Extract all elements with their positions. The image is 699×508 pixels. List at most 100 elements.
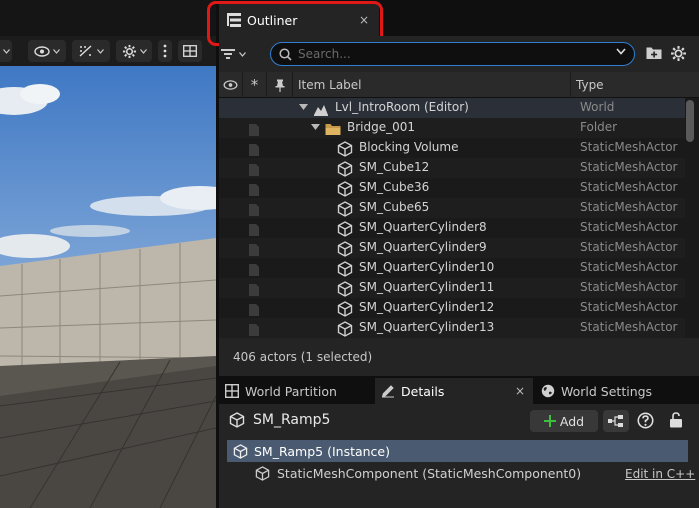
type-column[interactable]: Type	[571, 72, 699, 98]
tab-world-settings-label: World Settings	[561, 383, 653, 399]
level-page-icon[interactable]	[249, 284, 259, 296]
component-root-row[interactable]: SM_Ramp5 (Instance)	[227, 440, 688, 462]
tab-outliner[interactable]: Outliner ×	[219, 4, 379, 36]
chevron-down-icon	[53, 48, 60, 54]
tab-world-settings[interactable]: World Settings	[535, 378, 695, 404]
edit-in-cpp-link[interactable]: Edit in C++	[625, 467, 695, 481]
level-page-icon[interactable]	[249, 224, 259, 236]
expand-arrow-icon[interactable]	[299, 104, 308, 111]
level-page-icon[interactable]	[249, 144, 259, 156]
actor-name: SM_Ramp5	[253, 412, 331, 428]
static-mesh-icon	[337, 201, 353, 217]
outliner-row[interactable]: SM_Cube65 StaticMeshActor	[219, 198, 685, 218]
static-mesh-icon	[337, 301, 353, 317]
outliner-row[interactable]: SM_QuarterCylinder11 StaticMeshActor	[219, 278, 685, 298]
filter-button[interactable]	[221, 44, 263, 64]
unlock-icon[interactable]	[669, 412, 683, 428]
tab-world-partition-label: World Partition	[245, 383, 337, 399]
outliner-row-label: SM_QuarterCylinder11	[359, 280, 495, 294]
outliner-row-label: SM_QuarterCylinder10	[359, 260, 495, 274]
search-input[interactable]	[298, 47, 598, 61]
plus-icon	[543, 415, 556, 427]
tab-details[interactable]: Details ×	[375, 378, 533, 404]
outliner-row[interactable]: SM_QuarterCylinder8 StaticMeshActor	[219, 218, 685, 238]
expand-arrow-icon[interactable]	[311, 124, 320, 131]
add-component-button[interactable]: Add	[530, 410, 598, 432]
tab-world-partition[interactable]: World Partition	[219, 378, 373, 404]
help-icon[interactable]	[637, 412, 654, 429]
add-folder-icon[interactable]	[646, 46, 662, 60]
viewport-tab-strip	[0, 0, 216, 36]
viewport-layout-button[interactable]	[178, 40, 202, 62]
chevron-down-icon[interactable]	[616, 48, 626, 55]
level-page-icon[interactable]	[249, 304, 259, 316]
pin-column[interactable]	[267, 72, 293, 98]
outliner-scrollbar-thumb[interactable]	[686, 100, 694, 142]
outliner-row[interactable]: SM_QuarterCylinder9 StaticMeshActor	[219, 238, 685, 258]
gear-icon	[122, 44, 136, 58]
outliner-search-row	[219, 36, 699, 72]
level-page-icon[interactable]	[249, 164, 259, 176]
outliner-scrollbar[interactable]	[686, 98, 694, 338]
viewport-settings-button[interactable]	[116, 40, 152, 62]
level-page-icon[interactable]	[249, 264, 259, 276]
outliner-row-type: StaticMeshActor	[580, 160, 678, 174]
outliner-row[interactable]: SM_QuarterCylinder13 StaticMeshActor	[219, 318, 685, 338]
static-mesh-icon	[337, 221, 353, 237]
level-page-icon[interactable]	[249, 244, 259, 256]
outliner-row[interactable]: Blocking Volume StaticMeshActor	[219, 138, 685, 158]
pin-icon	[275, 79, 284, 92]
viewport-scene[interactable]	[0, 66, 216, 508]
show-flags-button[interactable]	[28, 40, 66, 62]
outliner-row-type: StaticMeshActor	[580, 300, 678, 314]
tab-outliner-label: Outliner	[247, 12, 298, 28]
outliner-row-label: SM_Cube65	[359, 200, 430, 214]
outliner-row-label: SM_Cube12	[359, 160, 430, 174]
chevron-down-icon	[97, 48, 104, 54]
outliner-row-type: StaticMeshActor	[580, 180, 678, 194]
add-button-label: Add	[559, 413, 585, 429]
details-tab-bar: World Partition Details × World Settings	[219, 376, 699, 404]
outliner-row[interactable]: SM_QuarterCylinder10 StaticMeshActor	[219, 258, 685, 278]
blueprint-icon	[608, 415, 623, 427]
chevron-down-icon	[139, 48, 147, 54]
item-label-column[interactable]: Item Label	[293, 72, 571, 98]
outliner-row[interactable]: SM_QuarterCylinder12 StaticMeshActor	[219, 298, 685, 318]
favorite-column[interactable]: *	[243, 72, 267, 98]
level-scene-image	[0, 66, 216, 508]
viewport-options-button[interactable]	[158, 40, 172, 62]
level-viewport[interactable]	[0, 0, 216, 508]
outliner-row[interactable]: SM_Cube36 StaticMeshActor	[219, 178, 685, 198]
component-child-row[interactable]: StaticMeshComponent (StaticMeshComponent…	[255, 466, 581, 481]
gear-icon[interactable]	[670, 45, 687, 62]
outliner-row[interactable]: Lvl_IntroRoom (Editor) World	[219, 98, 685, 118]
snapping-button[interactable]	[72, 40, 110, 62]
outliner-row[interactable]: Bridge_001 Folder	[219, 118, 685, 138]
search-box[interactable]	[270, 42, 635, 66]
outliner-tree[interactable]: Lvl_IntroRoom (Editor) World Bridge_001 Fol…	[219, 98, 699, 338]
world-icon	[314, 105, 328, 116]
outliner-row-type: StaticMeshActor	[580, 260, 678, 274]
level-page-icon[interactable]	[249, 324, 259, 336]
level-page-icon[interactable]	[249, 204, 259, 216]
outliner-row-type: StaticMeshActor	[580, 200, 678, 214]
blueprint-button[interactable]	[603, 410, 629, 432]
viewport-menu-chevron[interactable]	[0, 40, 12, 62]
outliner-status-bar: 406 actors (1 selected)	[219, 338, 699, 376]
close-icon[interactable]: ×	[515, 384, 525, 398]
level-page-icon[interactable]	[249, 184, 259, 196]
outliner-row[interactable]: SM_Cube12 StaticMeshActor	[219, 158, 685, 178]
close-icon[interactable]: ×	[359, 13, 369, 27]
visibility-column[interactable]	[219, 72, 243, 98]
details-pencil-icon	[382, 385, 394, 398]
item-label-column-text: Item Label	[298, 78, 362, 92]
outliner-row-label: SM_QuarterCylinder8	[359, 220, 487, 234]
outliner-row-label: Bridge_001	[347, 120, 416, 134]
static-mesh-icon	[337, 281, 353, 297]
outliner-row-type: StaticMeshActor	[580, 220, 678, 234]
tab-details-label: Details	[401, 383, 445, 399]
outliner-row-label: SM_QuarterCylinder9	[359, 240, 487, 254]
outliner-row-label: SM_QuarterCylinder12	[359, 300, 495, 314]
static-mesh-icon	[337, 261, 353, 277]
level-page-icon[interactable]	[249, 124, 259, 136]
